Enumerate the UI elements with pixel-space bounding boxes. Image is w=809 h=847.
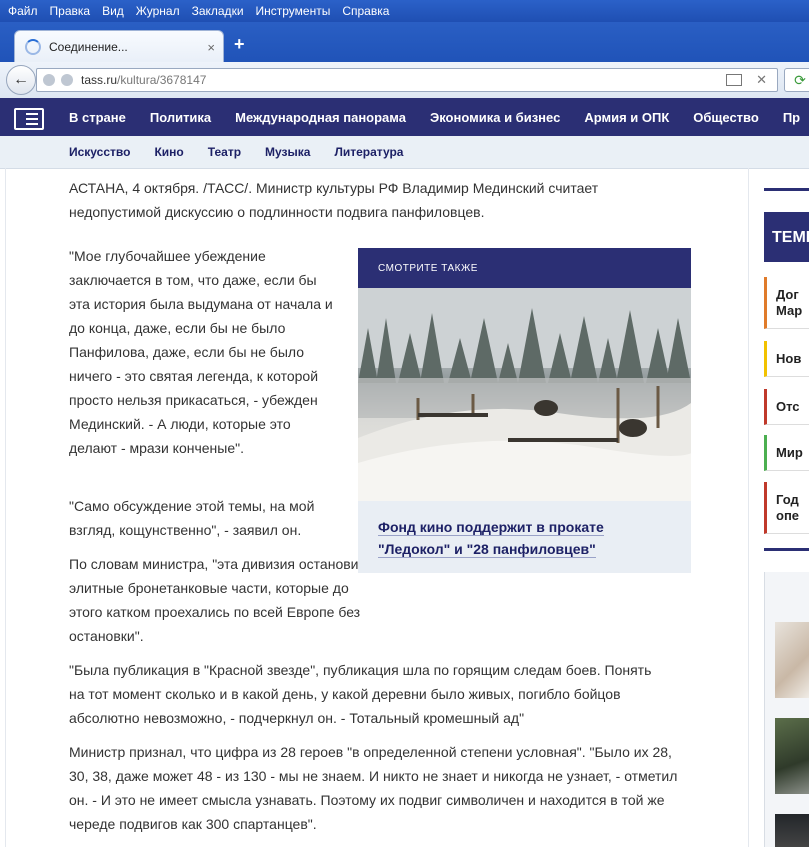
sync-icon[interactable]: ⟳ bbox=[784, 68, 809, 92]
subnav-item-music[interactable]: Музыка bbox=[265, 145, 310, 159]
article-paragraph: Министр признал, что цифра из 28 героев … bbox=[69, 744, 678, 832]
menu-help[interactable]: Справка bbox=[342, 4, 389, 18]
related-thumbnail[interactable] bbox=[775, 718, 809, 794]
article-quote: "Мое глубочайшее убеждение заключается в… bbox=[69, 248, 333, 456]
divider bbox=[748, 168, 749, 847]
subnav-item-cinema[interactable]: Кино bbox=[154, 145, 183, 159]
menu-file[interactable]: Файл bbox=[8, 4, 38, 18]
url-text: tass.ru/kultura/3678147 bbox=[81, 73, 726, 87]
browser-tab[interactable]: Соединение... × bbox=[14, 30, 224, 63]
article-lead: АСТАНА, 4 октября. /ТАСС/. Министр культ… bbox=[69, 180, 599, 220]
menu-bar: Файл Правка Вид Журнал Закладки Инструме… bbox=[0, 0, 809, 22]
see-also-card: СМОТРИТЕ ТАКЖЕ Фонд кино поддержит в про… bbox=[358, 248, 691, 573]
theme-item[interactable]: Дог Мар bbox=[764, 277, 809, 329]
menu-history[interactable]: Журнал bbox=[136, 4, 180, 18]
related-thumbnail[interactable] bbox=[775, 814, 809, 847]
site-nav: В стране Политика Международная панорама… bbox=[0, 98, 809, 136]
article-quote: "Само обсуждение этой темы, на мой взгля… bbox=[69, 498, 315, 538]
reader-view-icon[interactable] bbox=[726, 74, 743, 86]
see-also-header: СМОТРИТЕ ТАКЖЕ bbox=[358, 248, 691, 288]
url-path: /kultura/3678147 bbox=[117, 73, 207, 87]
themes-heading: ТЕМЫ bbox=[764, 212, 809, 262]
nav-item-international[interactable]: Международная панорама bbox=[235, 110, 406, 125]
navigation-bar: ← tass.ru/kultura/3678147 ✕ ⟳ bbox=[0, 62, 809, 99]
theme-item[interactable]: Мир bbox=[764, 435, 809, 471]
theme-item[interactable]: Год опе bbox=[764, 482, 809, 534]
nav-item-politics[interactable]: Политика bbox=[150, 110, 211, 125]
shield-icon[interactable] bbox=[43, 74, 55, 86]
menu-tools[interactable]: Инструменты bbox=[256, 4, 331, 18]
related-panel bbox=[764, 572, 809, 847]
nav-item-country[interactable]: В стране bbox=[69, 110, 126, 125]
article-photo[interactable] bbox=[358, 288, 691, 501]
snow-battlefield-image bbox=[358, 288, 691, 501]
nav-item-more[interactable]: Пр bbox=[783, 110, 800, 125]
related-thumbnail[interactable] bbox=[775, 622, 809, 698]
nav-item-economy[interactable]: Экономика и бизнес bbox=[430, 110, 560, 125]
article-paragraph: По словам министра, "эта дивизия останов… bbox=[69, 556, 375, 644]
sub-nav: Искусство Кино Театр Музыка Литература bbox=[0, 136, 809, 169]
stop-icon[interactable]: ✕ bbox=[756, 72, 767, 88]
menu-edit[interactable]: Правка bbox=[50, 4, 91, 18]
nav-item-society[interactable]: Общество bbox=[693, 110, 759, 125]
url-host: tass.ru bbox=[81, 73, 118, 87]
divider bbox=[764, 188, 809, 191]
address-bar[interactable]: tass.ru/kultura/3678147 ✕ bbox=[36, 68, 778, 92]
see-also-link[interactable]: Фонд кино поддержит в прокате "Ледокол" … bbox=[378, 516, 638, 560]
tab-title: Соединение... bbox=[49, 40, 128, 54]
subnav-item-art[interactable]: Искусство bbox=[69, 145, 130, 159]
divider bbox=[764, 548, 809, 551]
loading-icon bbox=[25, 39, 41, 55]
subnav-item-theatre[interactable]: Театр bbox=[208, 145, 241, 159]
menu-view[interactable]: Вид bbox=[102, 4, 124, 18]
subnav-item-literature[interactable]: Литература bbox=[334, 145, 403, 159]
new-tab-button[interactable]: + bbox=[234, 34, 245, 55]
back-arrow-icon: ← bbox=[13, 71, 29, 88]
globe-icon[interactable] bbox=[61, 74, 73, 86]
theme-item[interactable]: Нов bbox=[764, 341, 809, 377]
back-button[interactable]: ← bbox=[6, 65, 36, 95]
tab-strip: Соединение... × + bbox=[0, 22, 809, 63]
article-paragraph: "Была публикация в "Красной звезде", пуб… bbox=[69, 662, 652, 726]
nav-item-army[interactable]: Армия и ОПК bbox=[584, 110, 669, 125]
menu-icon[interactable] bbox=[14, 108, 44, 130]
close-tab-icon[interactable]: × bbox=[207, 40, 215, 55]
menu-bookmarks[interactable]: Закладки bbox=[192, 4, 244, 18]
divider bbox=[5, 168, 6, 847]
theme-item[interactable]: Отс bbox=[764, 389, 809, 425]
